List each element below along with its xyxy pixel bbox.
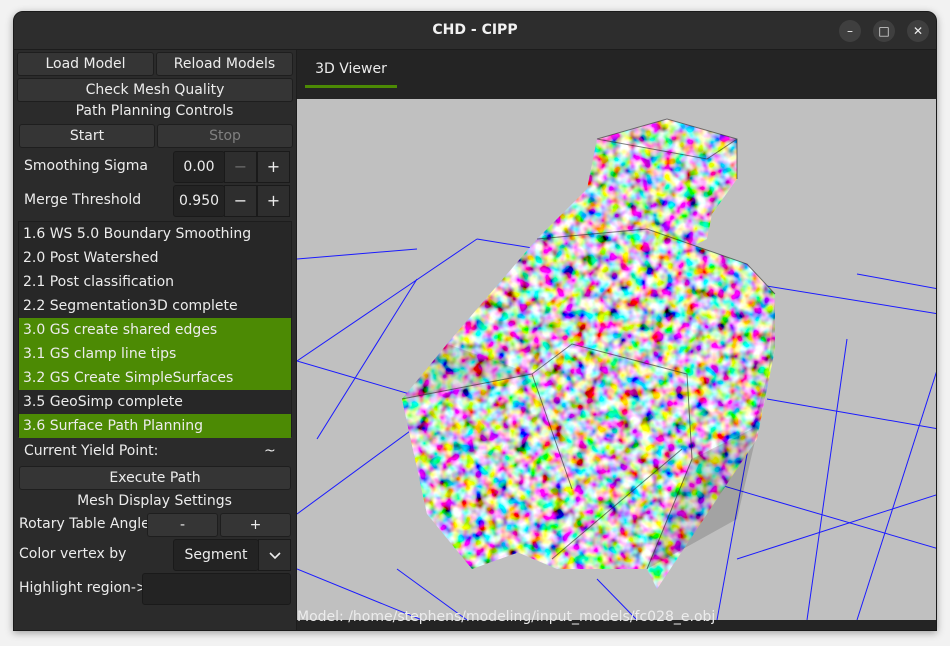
window-title: CHD - CIPP: [432, 22, 518, 38]
color-vertex-select[interactable]: Segment: [173, 539, 259, 571]
yield-point-label: Current Yield Point:: [24, 443, 159, 459]
mesh-display-title: Mesh Display Settings: [77, 493, 232, 509]
stage-list-item[interactable]: 3.0 GS create shared edges: [19, 318, 291, 342]
merge-threshold-label: Merge Threshold: [24, 192, 142, 208]
stage-list[interactable]: 1.6 WS 5.0 Boundary Smoothing 2.0 Post W…: [18, 221, 292, 438]
stage-list-item[interactable]: 2.2 Segmentation3D complete: [19, 294, 291, 318]
3d-viewport[interactable]: [297, 99, 936, 620]
smoothing-sigma-label: Smoothing Sigma: [24, 158, 148, 174]
model-path-status: Model: /home/stephens/modeling/input_mod…: [297, 609, 716, 625]
tab-3d-viewer[interactable]: 3D Viewer: [305, 54, 397, 88]
load-model-button[interactable]: Load Model: [17, 52, 154, 76]
stage-list-item[interactable]: 2.1 Post classification: [19, 270, 291, 294]
stage-list-item[interactable]: 3.2 GS Create SimpleSurfaces: [19, 366, 291, 390]
smoothing-sigma-decrement[interactable]: −: [224, 151, 257, 183]
smoothing-sigma-increment[interactable]: +: [257, 151, 290, 183]
chevron-down-icon[interactable]: [258, 539, 291, 571]
reload-models-button[interactable]: Reload Models: [156, 52, 293, 76]
viewer-panel: 3D Viewer Model: /home/stephens/modeling…: [296, 50, 936, 630]
merge-threshold-decrement[interactable]: −: [224, 185, 257, 217]
rotary-increment-button[interactable]: +: [220, 513, 291, 537]
highlight-region-input[interactable]: [142, 573, 291, 605]
merge-threshold-increment[interactable]: +: [257, 185, 290, 217]
mesh-model: [401, 118, 776, 589]
check-mesh-quality-button[interactable]: Check Mesh Quality: [17, 78, 293, 102]
start-button[interactable]: Start: [19, 124, 155, 148]
control-panel: Load Model Reload Models Check Mesh Qual…: [14, 50, 295, 630]
stage-list-item[interactable]: 3.1 GS clamp line tips: [19, 342, 291, 366]
highlight-region-label: Highlight region->: [19, 580, 148, 596]
smoothing-sigma-input[interactable]: 0.00: [173, 151, 225, 183]
close-button[interactable]: ✕: [907, 20, 929, 42]
stage-list-item[interactable]: 2.0 Post Watershed: [19, 246, 291, 270]
path-planning-title: Path Planning Controls: [75, 103, 234, 119]
merge-threshold-input[interactable]: 0.950: [173, 185, 225, 217]
title-bar: CHD - CIPP – □ ✕: [14, 12, 936, 50]
stop-button[interactable]: Stop: [157, 124, 293, 148]
rotary-decrement-button[interactable]: -: [147, 513, 218, 537]
maximize-button[interactable]: □: [873, 20, 895, 42]
rotary-table-label: Rotary Table Angle: [19, 516, 150, 532]
app-window: CHD - CIPP – □ ✕ Load Model Reload Model…: [13, 11, 937, 631]
stage-list-item[interactable]: 3.5 GeoSimp complete: [19, 390, 291, 414]
execute-path-button[interactable]: Execute Path: [19, 466, 291, 490]
color-vertex-label: Color vertex by: [19, 546, 127, 562]
stage-list-item[interactable]: 3.6 Surface Path Planning: [19, 414, 291, 438]
yield-point-value: ~: [264, 443, 276, 459]
mesh-render: [297, 118, 936, 620]
minimize-button[interactable]: –: [839, 20, 861, 42]
stage-list-item[interactable]: 1.6 WS 5.0 Boundary Smoothing: [19, 222, 291, 246]
